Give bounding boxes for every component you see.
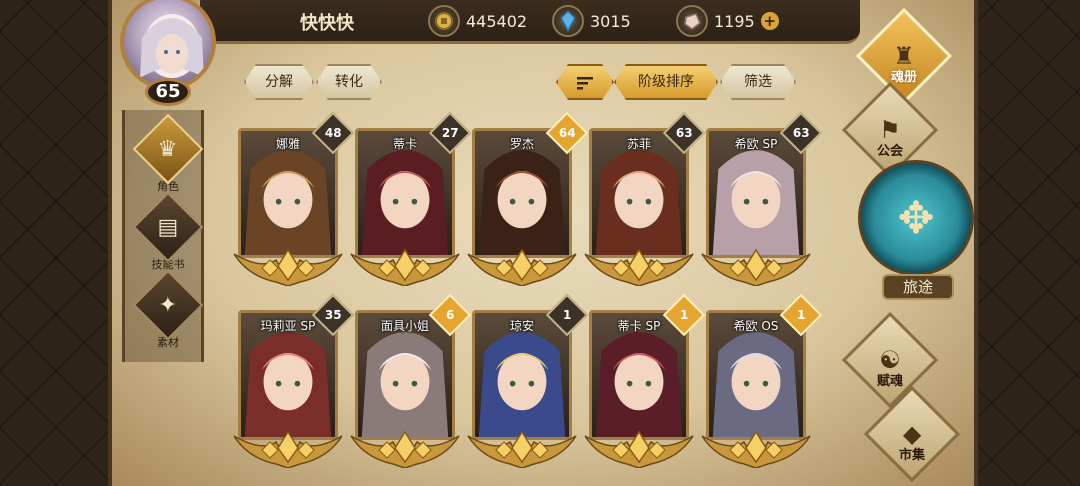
hero-portrait-frame: 希欧 OS [706,310,806,440]
hero-portrait-frame: 苏菲 [589,128,689,258]
stone-gem-icon [676,5,708,37]
left-nav-character[interactable]: ♛ 角色 [132,113,204,194]
nav-guild[interactable]: ⚑ 公会 [841,81,939,179]
gold-resource: 445402 [428,5,528,37]
hero-count: 27 [441,125,459,140]
hero-card[interactable]: 蒂卡 27 [350,111,472,286]
hero-count: 63 [675,125,693,140]
wing-crest-icon [701,248,811,286]
material-icon: ✦ [132,269,204,341]
helmet-icon: ♛ [132,113,204,185]
skill-book-icon: ▤ [132,191,204,263]
hero-portrait-frame: 面具小姐 [355,310,455,440]
hero-card[interactable]: 面具小姐 6 [350,293,472,468]
player-level: 65 [145,78,191,106]
nav-talent[interactable]: ☯ 赋魂 [841,311,939,409]
nav-guild-label: 公会 [876,144,903,159]
journey-emblem-icon: ✥ [858,160,974,276]
wing-crest-icon [233,248,343,286]
hero-portrait-frame: 希欧 SP [706,128,806,258]
nav-soul-book[interactable]: ♜ 魂册 [855,7,953,105]
hero-portrait-frame: 玛莉亚 SP [238,310,338,440]
nav-journey-label: 旅途 [882,274,954,300]
gold-value: 445402 [466,11,528,31]
left-wood-border [0,0,112,486]
right-wood-border [960,0,1080,486]
convert-button[interactable]: 转化 [316,64,382,100]
filter-button[interactable]: 筛选 [720,64,796,100]
hero-card[interactable]: 蒂卡 SP 1 [584,293,706,468]
hero-card[interactable]: 希欧 SP 63 [701,111,823,286]
talent-flame-icon: ☯ [841,311,939,409]
gold-coin-icon [428,5,460,37]
left-nav-material[interactable]: ✦ 素材 [132,269,204,350]
hero-portrait-frame: 蒂卡 SP [589,310,689,440]
hero-count: 48 [324,125,342,140]
sort-lines-icon [576,75,594,91]
decompose-button[interactable]: 分解 [244,64,314,100]
nav-journey[interactable]: ✥ 旅途 [854,160,978,302]
add-stone-button[interactable]: + [760,12,779,30]
hero-count: 1 [679,307,689,322]
nav-soul-book-label: 魂册 [890,70,917,85]
sort-order-button[interactable] [556,64,614,100]
crystal-value: 3015 [590,11,631,31]
market-gem-icon: ◆ [863,385,961,483]
blue-crystal-icon [552,5,584,37]
wing-crest-icon [701,430,811,468]
crystal-resource: 3015 [552,5,631,37]
wing-crest-icon [584,430,694,468]
hero-card[interactable]: 苏菲 63 [584,111,706,286]
hero-count: 1 [562,307,572,322]
wing-crest-icon [350,430,460,468]
wing-crest-icon [350,248,460,286]
nav-market-label: 市集 [898,448,925,463]
hero-count: 63 [792,125,810,140]
hero-card[interactable]: 希欧 OS 1 [701,293,823,468]
hero-count: 35 [324,307,342,322]
hero-portrait-frame: 罗杰 [472,128,572,258]
hero-portrait-frame: 娜雅 [238,128,338,258]
hero-count: 64 [558,125,576,140]
nav-market[interactable]: ◆ 市集 [863,385,961,483]
hero-portrait-frame: 蒂卡 [355,128,455,258]
left-nav-skill-book[interactable]: ▤ 技能书 [132,191,204,272]
hero-card[interactable]: 玛莉亚 SP 35 [233,293,355,468]
hero-count: 1 [796,307,806,322]
soul-book-icon: ♜ [855,7,953,105]
hero-count: 6 [445,307,455,322]
wing-crest-icon [233,430,343,468]
player-name: 快快快 [300,13,354,34]
wing-crest-icon [467,430,577,468]
wing-crest-icon [467,248,577,286]
hero-card[interactable]: 罗杰 64 [467,111,589,286]
player-avatar-frame[interactable]: 65 [112,0,222,110]
hero-card[interactable]: 娜雅 48 [233,111,355,286]
wing-crest-icon [584,248,694,286]
avatar[interactable] [120,0,216,90]
nav-talent-label: 赋魂 [876,374,903,389]
stone-value: 1195 [714,11,755,31]
stone-resource: 1195 + [676,5,779,37]
rank-sort-button[interactable]: 阶级排序 [614,64,718,100]
hero-portrait-frame: 琼安 [472,310,572,440]
hero-card[interactable]: 琼安 1 [467,293,589,468]
